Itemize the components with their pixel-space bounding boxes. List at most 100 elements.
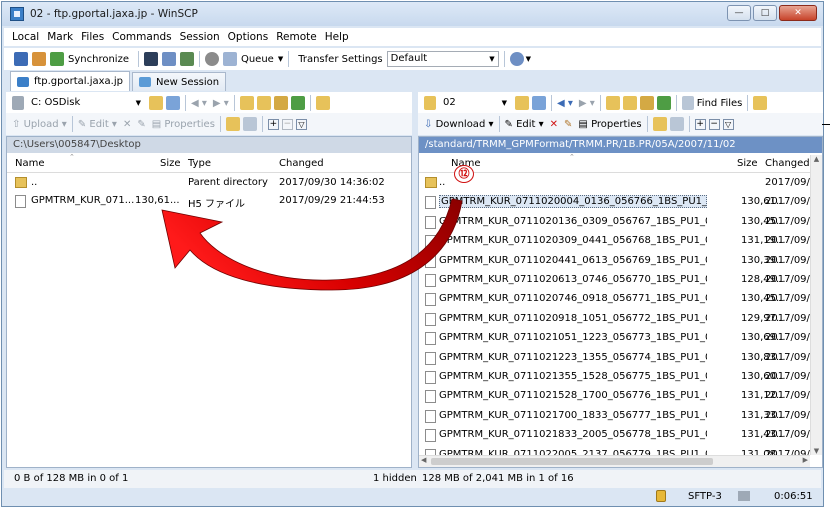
open-folder-icon[interactable] xyxy=(515,96,529,110)
left-drive-select[interactable]: C: OSDisk ▼ xyxy=(27,95,145,111)
parent-dir-icon[interactable] xyxy=(605,96,620,110)
menu-help[interactable]: Help xyxy=(325,31,349,43)
parent-dir-icon[interactable] xyxy=(239,96,254,110)
table-row[interactable]: GPMTRM_KUR_0711020136_0309_056767_1BS_PU… xyxy=(419,214,810,231)
unselect-icon[interactable]: − xyxy=(281,118,293,130)
filter-select-icon[interactable]: ▽ xyxy=(295,118,307,130)
sessions-icon[interactable] xyxy=(179,52,194,66)
table-row[interactable]: GPMTRM_KUR_0711021833_2005_056778_1BS_PU… xyxy=(419,427,810,444)
rename-icon[interactable]: ✎ xyxy=(564,119,572,130)
left-path[interactable]: C:\Users\005847\Desktop xyxy=(7,137,411,153)
header-name[interactable]: Name xyxy=(15,158,45,169)
root-dir-icon[interactable] xyxy=(256,96,271,110)
find-files-button[interactable]: Find Files xyxy=(697,98,743,109)
table-row[interactable]: GPMTRM_KUR_0711021051_1223_056773_1BS_PU… xyxy=(419,330,810,347)
table-row[interactable]: GPMTRM_KUR_0711021355_1528_056775_1BS_PU… xyxy=(419,369,810,386)
delete-icon[interactable]: ✕ xyxy=(123,119,131,130)
header-changed[interactable]: Changed xyxy=(279,158,324,169)
table-row[interactable]: GPMTRM_KUR_071... 130,61... H5 ファイル 2017/09… xyxy=(7,193,411,210)
filter-icon[interactable] xyxy=(532,96,546,110)
filter-select-icon[interactable]: ▽ xyxy=(722,118,734,130)
compare-icon[interactable] xyxy=(32,52,46,66)
copy-path-icon[interactable] xyxy=(242,117,257,131)
edit-button[interactable]: ✎ Edit ▾ xyxy=(78,119,117,130)
delete-icon[interactable]: ✕ xyxy=(550,119,558,130)
left-status: 0 B of 128 MB in 0 of 1 xyxy=(14,473,129,484)
tree-icon[interactable] xyxy=(753,96,768,110)
properties-button[interactable]: ▤ Properties xyxy=(578,119,641,130)
right-folder-select[interactable]: 02 ▼ xyxy=(439,95,511,111)
root-dir-icon[interactable] xyxy=(622,96,637,110)
menu-files[interactable]: Files xyxy=(81,31,104,43)
new-folder-icon[interactable] xyxy=(225,117,240,131)
menu-session[interactable]: Session xyxy=(180,31,220,43)
refresh-icon[interactable] xyxy=(290,96,305,110)
forward-icon[interactable]: ▶ ▾ xyxy=(579,98,595,109)
copy-path-icon[interactable] xyxy=(669,117,684,131)
transfer-settings-select[interactable]: Default ▼ xyxy=(386,51,499,67)
edge-line xyxy=(822,124,830,125)
rename-icon[interactable]: ✎ xyxy=(137,119,145,130)
minimize-button[interactable]: — xyxy=(727,5,751,21)
edit-button[interactable]: ✎ Edit ▾ xyxy=(505,119,544,130)
queue-icon[interactable] xyxy=(222,52,237,66)
table-row[interactable]: GPMTRM_KUR_0711020613_0746_056770_1BS_PU… xyxy=(419,272,810,289)
table-row[interactable]: GPMTRM_KUR_0711020309_0441_056768_1BS_PU… xyxy=(419,233,810,250)
table-row[interactable]: GPMTRM_KUR_0711020918_1051_056772_1BS_PU… xyxy=(419,311,810,328)
tree-icon[interactable] xyxy=(315,96,330,110)
select-all-icon[interactable]: + xyxy=(267,118,279,130)
session-tabs: ftp.gportal.jaxa.jp New Session xyxy=(4,71,821,91)
table-row[interactable]: .. Parent directory 2017/09/30 14:36:02 xyxy=(7,175,411,192)
header-size[interactable]: Size xyxy=(160,158,181,169)
forward-icon[interactable]: ▶ ▾ xyxy=(213,98,229,109)
download-button[interactable]: ⇩ Download ▾ xyxy=(424,119,494,130)
menu-options[interactable]: Options xyxy=(228,31,269,43)
add-icon[interactable] xyxy=(14,52,28,66)
upload-button[interactable]: ⇧ Upload ▾ xyxy=(12,119,67,130)
refresh-icon[interactable] xyxy=(656,96,671,110)
back-icon[interactable]: ◀ ▾ xyxy=(557,98,573,109)
right-horizontal-scrollbar[interactable]: ◀ ▶ xyxy=(419,455,810,467)
left-panel: C:\Users\005847\Desktop Name ⌃ Size Type… xyxy=(6,136,412,468)
tab-ftp-session[interactable]: ftp.gportal.jaxa.jp xyxy=(10,71,130,91)
find-files-icon[interactable] xyxy=(681,96,694,110)
queue-button[interactable]: Queue xyxy=(241,54,274,65)
table-row[interactable]: GPMTRM_KUR_0711020441_0613_056769_1BS_PU… xyxy=(419,253,810,270)
select-all-icon[interactable]: + xyxy=(694,118,706,130)
table-row[interactable]: GPMTRM_KUR_0711021528_1700_056776_1BS_PU… xyxy=(419,388,810,405)
table-row[interactable]: GPMTRM_KUR_0711021223_1355_056774_1BS_PU… xyxy=(419,350,810,367)
scroll-thumb[interactable] xyxy=(431,458,713,465)
close-button[interactable]: ✕ xyxy=(779,5,817,21)
back-icon[interactable]: ◀ ▾ xyxy=(191,98,207,109)
unselect-icon[interactable]: − xyxy=(708,118,720,130)
properties-button[interactable]: ▤ Properties xyxy=(152,119,215,130)
maximize-button[interactable]: □ xyxy=(753,5,777,21)
menu-remote[interactable]: Remote xyxy=(276,31,317,43)
console-icon[interactable] xyxy=(143,52,158,66)
globe-icon[interactable] xyxy=(509,52,524,66)
table-row[interactable]: GPMTRM_KUR_0711022005_2137_056779_1BS_PU… xyxy=(419,447,810,455)
file-changed: 2017/09/ xyxy=(765,332,810,344)
menu-commands[interactable]: Commands xyxy=(112,31,171,43)
table-row[interactable]: GPMTRM_KUR_0711020746_0918_056771_1BS_PU… xyxy=(419,291,810,308)
gear-icon[interactable] xyxy=(204,52,219,66)
new-folder-icon[interactable] xyxy=(652,117,667,131)
header-type[interactable]: Type xyxy=(188,158,211,169)
home-icon[interactable] xyxy=(273,96,288,110)
putty-icon[interactable] xyxy=(161,52,176,66)
table-row[interactable]: .. 2017/09/ xyxy=(419,175,810,192)
tab-new-session[interactable]: New Session xyxy=(131,72,227,91)
file-icon xyxy=(425,254,436,268)
left-nav-toolbar: C: OSDisk ▼ ◀ ▾ ▶ ▾ xyxy=(6,92,412,114)
open-folder-icon[interactable] xyxy=(149,96,163,110)
synchronize-button[interactable]: Synchronize xyxy=(68,54,129,65)
home-icon[interactable] xyxy=(639,96,654,110)
menu-local[interactable]: Local xyxy=(12,31,39,43)
table-row[interactable]: GPMTRM_KUR_0711020004_0136_056766_1BS_PU… xyxy=(419,194,810,211)
right-vertical-scrollbar[interactable]: ▲ ▼ xyxy=(810,155,822,455)
table-row[interactable]: GPMTRM_KUR_0711021700_1833_056777_1BS_PU… xyxy=(419,408,810,425)
synchronize-icon[interactable] xyxy=(50,52,64,66)
filter-icon[interactable] xyxy=(166,96,180,110)
menu-mark[interactable]: Mark xyxy=(47,31,73,43)
file-name: GPMTRM_KUR_0711020004_0136_056766_1BS_PU… xyxy=(439,195,707,209)
